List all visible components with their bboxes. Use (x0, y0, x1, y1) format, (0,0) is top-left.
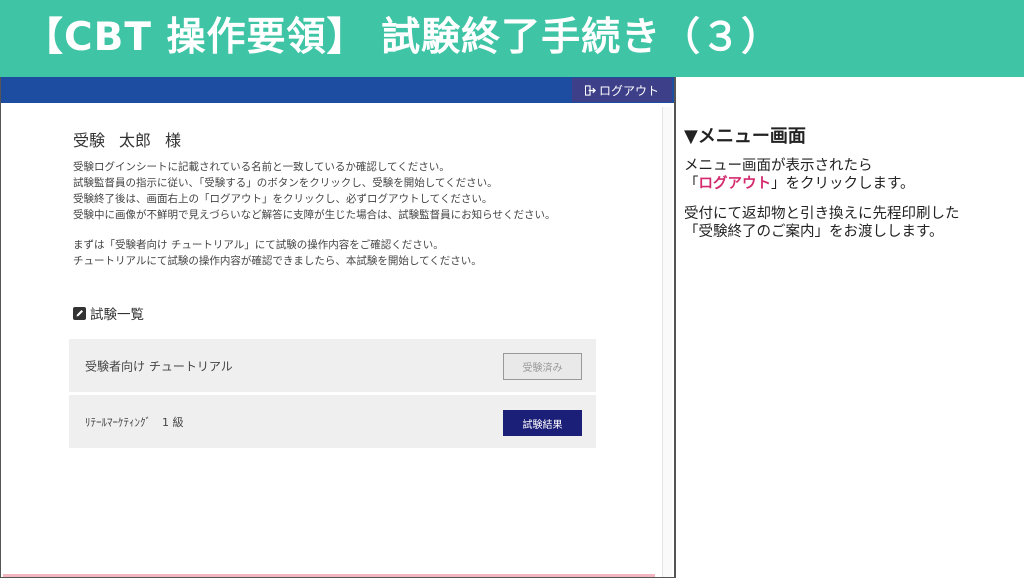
explanation-text: メニュー画面が表示されたら 「ログアウト」をクリックします。 受付にて返却物と引… (684, 157, 960, 241)
instructions-text: 受験ログインシートに記載されている名前と一致しているか確認してください。 試験監… (73, 159, 555, 269)
user-honorific: 様 (165, 131, 182, 150)
exam-row-tutorial: 受験者向け チュートリアル 受験済み (69, 339, 596, 392)
exam-list-heading: 試験一覧 (73, 303, 144, 323)
sign-out-icon (584, 84, 596, 96)
explanation-line: 受付にて返却物と引き換えに先程印刷した (684, 206, 960, 222)
explanation-panel: ▼メニュー画面 メニュー画面が表示されたら 「ログアウト」をクリックします。 受… (675, 77, 1024, 578)
scrollbar[interactable] (662, 107, 672, 577)
exam-name: ﾘﾃｰﾙﾏｰｹﾃｨﾝｸﾞ 1 級 (85, 415, 184, 429)
exam-name: 受験者向け チュートリアル (85, 359, 233, 373)
explanation-line: メニュー画面が表示されたら (684, 158, 873, 174)
exam-menu-screen: ログアウト 受験 太郎様 受験ログインシートに記載されている名前と一致しているか確… (0, 77, 675, 578)
instruction-line: 受験中に画像が不鮮明で見えづらいなど解答に支障が生じた場合は、試験監督員にお知ら… (73, 209, 556, 221)
exam-row-retail-marketing: ﾘﾃｰﾙﾏｰｹﾃｨﾝｸﾞ 1 級 試験結果 (69, 395, 596, 448)
completed-button: 受験済み (503, 353, 582, 380)
bottom-divider (3, 574, 655, 577)
logout-label: ログアウト (598, 83, 659, 98)
instruction-line: チュートリアルにて試験の操作内容が確認できましたら、本試験を開始してください。 (73, 255, 482, 267)
explanation-line: 「受験終了のご案内」をお渡しします。 (684, 224, 944, 240)
banner-title: 【CBT 操作要領】 試験終了手続き（３） (24, 15, 782, 60)
top-navigation-bar: ログアウト (1, 77, 674, 103)
explanation-line: 「ログアウト」をクリックします。 (684, 175, 960, 193)
instruction-line: まずは「受験者向け チュートリアル」にて試験の操作内容をご確認ください。 (73, 239, 444, 251)
explanation-title: ▼メニュー画面 (684, 126, 806, 147)
logout-button[interactable]: ログアウト (572, 78, 672, 102)
exam-list-title: 試験一覧 (90, 307, 144, 323)
instruction-line: 受験ログインシートに記載されている名前と一致しているか確認してください。 (73, 161, 450, 173)
explanation-line-rest: 」をクリックします。 (771, 176, 915, 192)
edit-icon (73, 306, 86, 320)
title-banner: 【CBT 操作要領】 試験終了手続き（３） (0, 0, 1024, 77)
instruction-line: 受験終了後は、画面右上の「ログアウト」をクリックし、必ずログアウトしてください。 (73, 193, 493, 205)
bracket-open: 「 (684, 176, 699, 192)
user-last-name: 受験 (73, 131, 106, 150)
user-first-name: 太郎 (119, 131, 152, 150)
logout-highlight: ログアウト (698, 176, 772, 192)
exam-result-button[interactable]: 試験結果 (503, 410, 582, 436)
instruction-line: 試験監督員の指示に従い、「受験する」のボタンをクリックし、受験を開始してください… (73, 177, 498, 189)
user-name: 受験 太郎様 (73, 127, 195, 151)
